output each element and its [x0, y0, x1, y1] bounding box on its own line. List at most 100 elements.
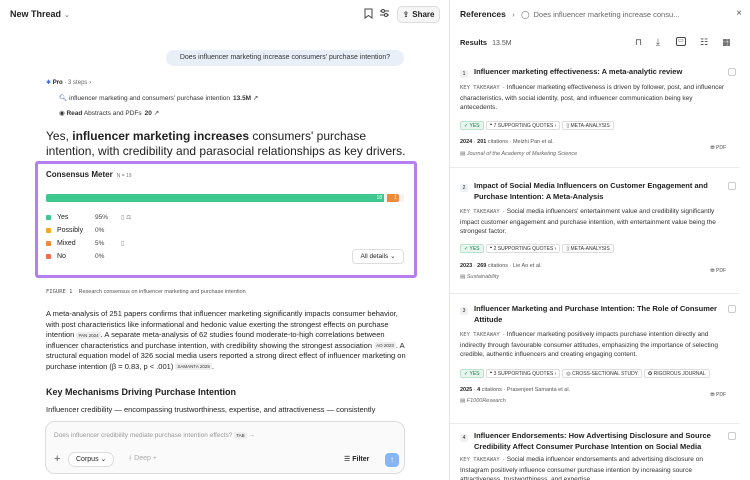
yes-badge: ✓ YES	[460, 244, 484, 253]
consensus-bar-yes[interactable]: 18	[46, 194, 384, 202]
composer-input[interactable]: Does influencer credibility mediate purc…	[54, 432, 255, 439]
reference-card[interactable]: 3 Influencer Marketing and Purchase Inte…	[450, 303, 740, 424]
legend-no[interactable]: No 0%	[46, 253, 121, 260]
yes-badge: ✓ YES	[460, 369, 484, 378]
journal: ▤ Sustainability	[460, 274, 499, 280]
deep-toggle[interactable]: ᚼ Deep +	[128, 455, 157, 462]
reference-card[interactable]: 4 Influencer Endorsements: How Advertisi…	[450, 430, 740, 480]
legend-possibly[interactable]: Possibly 0%	[46, 227, 121, 234]
study-type-label: META-ANALYSIS	[570, 246, 610, 252]
journal: ▤ Journal of the Academy of Marketing Sc…	[460, 151, 577, 157]
journal-name: Journal of the Academy of Marketing Scie…	[466, 151, 578, 157]
pdf-label: PDF	[716, 268, 726, 274]
figure-number: FIGURE 1	[46, 289, 73, 295]
year: 2023	[460, 263, 473, 269]
journal-quality-badge: ✪ RIGOROUS JOURNAL	[644, 369, 710, 378]
section-paragraph: Influencer credibility — encompassing tr…	[46, 405, 376, 414]
mixed-swatch	[46, 240, 51, 246]
deep-icon: ᚼ	[128, 455, 133, 462]
key-takeaway-label: KEY TAKEAWAY	[460, 85, 500, 91]
quotes-badge[interactable]: ❝ 3 SUPPORTING QUOTES ›	[485, 369, 561, 378]
journal-icon: ▤	[460, 398, 467, 404]
bookmark-icon[interactable]	[362, 8, 374, 20]
quotes-badge[interactable]: ❝ 7 SUPPORTING QUOTES ›	[485, 121, 561, 130]
bookmark-icon[interactable]: ⊓	[635, 37, 642, 48]
all-details-label: All details	[360, 253, 389, 260]
composer[interactable]: Does influencer credibility mediate purc…	[45, 421, 405, 474]
select-checkbox[interactable]	[728, 182, 736, 190]
read-step[interactable]: ◉ Read Abstracts and PDFs 20 ↗	[59, 109, 159, 117]
search-step-text: influencer marketing and consumers' purc…	[69, 95, 231, 102]
legend-mixed[interactable]: Mixed 5% ▯	[46, 240, 124, 247]
study-type-icons: ▯	[121, 241, 125, 247]
citation-count: 269	[477, 263, 487, 269]
settings-sliders-icon[interactable]	[378, 8, 390, 20]
close-icon[interactable]: ×	[733, 8, 745, 20]
citation-tag[interactable]: AO 2023	[374, 342, 396, 350]
select-checkbox[interactable]	[728, 68, 736, 76]
legend-pct: 0%	[95, 227, 105, 234]
corpus-dropdown[interactable]: Corpus ⌄	[68, 452, 115, 467]
reference-card[interactable]: 1 Influencer marketing effectiveness: A …	[450, 66, 740, 168]
chevron-right-icon: ↗	[153, 110, 160, 117]
reference-title[interactable]: Influencer marketing effectiveness: A me…	[474, 66, 722, 77]
reference-card[interactable]: 2 Impact of Social Media Influencers on …	[450, 180, 740, 294]
pdf-link[interactable]: ⛃ PDF	[710, 268, 726, 274]
chat-bubble-icon: ◯	[521, 10, 530, 19]
pro-steps[interactable]: ✱ Pro · 3 steps ›	[46, 79, 91, 86]
share-button[interactable]: ⇪ Share	[397, 6, 440, 23]
yes-swatch	[46, 214, 51, 220]
pro-label: Pro	[52, 80, 63, 86]
thread-title-text: New Thread	[10, 9, 62, 19]
reference-title[interactable]: Influencer Endorsements: How Advertising…	[474, 430, 722, 452]
consensus-meter-title: Consensus Meter N = 19	[46, 170, 132, 179]
select-checkbox[interactable]	[728, 305, 736, 313]
thread-pane: New Thread ⌄ ⇪ Share Does influencer marke…	[0, 0, 448, 480]
download-icon[interactable]: ⤓	[656, 37, 660, 48]
quotes-label: 7 SUPPORTING QUOTES	[493, 123, 554, 129]
possibly-swatch	[46, 227, 51, 233]
app: New Thread ⌄ ⇪ Share Does influencer marke…	[0, 0, 750, 480]
consensus-title-text: Consensus Meter	[46, 170, 113, 179]
search-step[interactable]: 🔍︎ influencer marketing and consumers' p…	[59, 94, 258, 102]
no-swatch	[46, 253, 51, 259]
card-view-icon[interactable]: ▭	[676, 37, 686, 46]
pdf-label: PDF	[716, 145, 726, 151]
read-step-sub: Abstracts and PDFs	[83, 110, 142, 117]
list-view-icon[interactable]: ☷	[700, 37, 708, 48]
consensus-bar-mixed[interactable]: 1	[387, 194, 399, 202]
key-takeaway: KEY TAKEAWAY · Influencer marketing effec…	[460, 83, 730, 113]
reference-title[interactable]: Impact of Social Media Influencers on Cu…	[474, 180, 722, 202]
share-icon: ⇪	[402, 10, 410, 19]
legend-yes[interactable]: Yes 95% ▯ ⚖	[46, 214, 131, 221]
journal-name: Sustainability	[466, 274, 500, 280]
filter-button[interactable]: ☰ Filter	[344, 455, 369, 463]
pdf-link[interactable]: ⛃ PDF	[710, 145, 726, 151]
plus-small-icon: +	[152, 455, 157, 462]
table-view-icon[interactable]: ▦	[722, 37, 731, 48]
select-checkbox[interactable]	[728, 432, 736, 440]
key-takeaway-label: KEY TAKEAWAY	[460, 457, 500, 463]
key-takeaway: KEY TAKEAWAY · Social media influencers' …	[460, 207, 730, 237]
send-button[interactable]: ↑	[385, 453, 399, 467]
thread-title[interactable]: New Thread ⌄	[10, 9, 70, 19]
citation-tag[interactable]: SAMANTA 2025	[175, 363, 212, 371]
figure-caption: FIGURE 1 Research consensus on influencer…	[46, 289, 246, 295]
badges: ✓ YES ❝ 7 SUPPORTING QUOTES › ▯ META-ANALY…	[460, 121, 616, 130]
references-breadcrumb: Does influencer marketing increase consu…	[533, 10, 680, 19]
search-step-count: 13.5M	[233, 95, 252, 102]
references-title: References	[460, 9, 506, 19]
pdf-link[interactable]: ⛃ PDF	[710, 392, 726, 398]
reference-title[interactable]: Influencer Marketing and Purchase Intent…	[474, 303, 722, 325]
reference-meta: 2023 · 269 citations · Lie Ao et al.	[460, 263, 542, 269]
citation-tag[interactable]: PAN 2024	[76, 331, 101, 339]
yes-badge: ✓ YES	[460, 121, 484, 130]
chevron-down-icon[interactable]: ⌄	[64, 11, 70, 19]
read-step-label: Read	[66, 110, 83, 117]
study-type-label: META-ANALYSIS	[570, 123, 610, 129]
all-details-button[interactable]: All details ⌄	[352, 249, 404, 264]
plus-icon[interactable]: +	[54, 453, 60, 465]
quotes-badge[interactable]: ❝ 2 SUPPORTING QUOTES ›	[485, 244, 561, 253]
citations-label: citations	[481, 387, 502, 393]
search-icon: 🔍︎	[59, 95, 68, 102]
